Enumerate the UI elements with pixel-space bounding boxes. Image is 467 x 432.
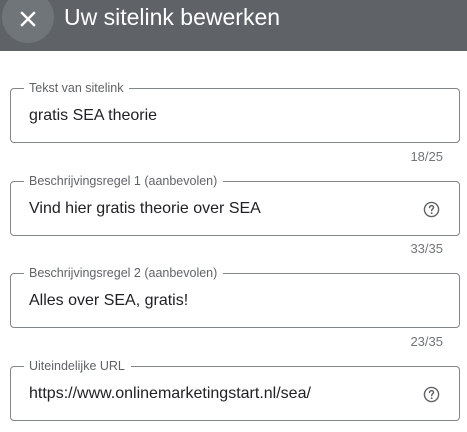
help-icon[interactable] — [423, 201, 440, 218]
sitelink-text-label: Tekst van sitelink — [24, 80, 130, 96]
description-line-2-input[interactable]: Alles over SEA, gratis! — [29, 291, 188, 311]
description-line-1-label: Beschrijvingsregel 1 (aanbevolen) — [24, 173, 224, 189]
sitelink-text-counter: 18/25 — [410, 149, 443, 164]
dialog-title: Uw sitelink bewerken — [64, 4, 281, 30]
description-line-2-field[interactable]: Beschrijvingsregel 2 (aanbevolen) Alles … — [10, 265, 460, 328]
help-icon[interactable] — [423, 386, 440, 403]
description-line-2-counter: 23/35 — [410, 334, 443, 349]
final-url-input[interactable]: https://www.onlinemarketingstart.nl/sea/ — [29, 384, 311, 404]
description-line-1-counter: 33/35 — [410, 241, 443, 256]
sitelink-text-input[interactable]: gratis SEA theorie — [29, 106, 157, 126]
sitelink-text-field[interactable]: Tekst van sitelink gratis SEA theorie — [10, 80, 460, 143]
description-line-1-input[interactable]: Vind hier gratis theorie over SEA — [29, 199, 261, 219]
description-line-2-label: Beschrijvingsregel 2 (aanbevolen) — [24, 265, 224, 281]
close-icon — [20, 11, 36, 27]
close-button[interactable] — [2, 0, 54, 43]
final-url-label: Uiteindelijke URL — [24, 358, 131, 374]
final-url-field[interactable]: Uiteindelijke URL https://www.onlinemark… — [10, 358, 460, 421]
dialog-header: Uw sitelink bewerken — [0, 0, 467, 51]
description-line-1-field[interactable]: Beschrijvingsregel 1 (aanbevolen) Vind h… — [10, 173, 460, 236]
